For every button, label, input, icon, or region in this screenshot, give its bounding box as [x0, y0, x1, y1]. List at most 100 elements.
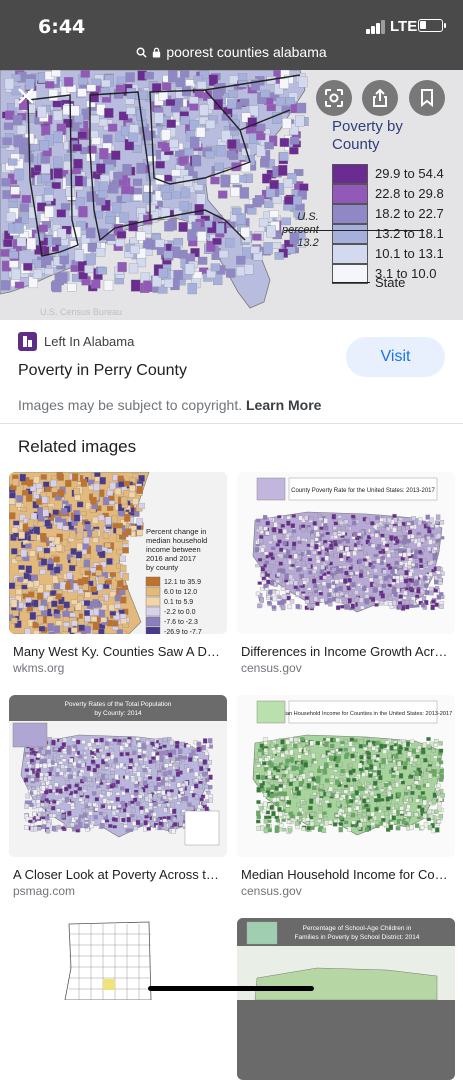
- county-cell: [69, 758, 74, 763]
- county-cell: [315, 601, 320, 606]
- county-cell: [92, 802, 97, 807]
- county-cell: [414, 780, 419, 785]
- copyright-text: Images may be subject to copyright.: [18, 397, 243, 413]
- county-cell: [54, 792, 59, 797]
- county-cell: [98, 181, 109, 191]
- county-cell: [162, 818, 168, 823]
- hero-image[interactable]: U.S. Census Bureau Poverty by County 29.…: [0, 70, 463, 320]
- lens-button[interactable]: [316, 80, 352, 116]
- watermark: U.S. Census Bureau: [40, 307, 122, 317]
- county-cell: [199, 797, 204, 802]
- county-cell: [99, 477, 106, 485]
- county-cell: [348, 590, 353, 596]
- source-favicon: [18, 332, 37, 351]
- county-cell: [358, 822, 363, 828]
- county-cell: [236, 255, 246, 265]
- county-cell: [228, 90, 238, 98]
- county-cell: [427, 761, 433, 765]
- county-cell: [419, 564, 424, 569]
- county-cell: [431, 798, 437, 805]
- county-cell: [132, 473, 139, 479]
- county-cell: [289, 599, 295, 604]
- county-cell: [319, 822, 325, 827]
- county-cell: [372, 560, 377, 565]
- county-cell: [311, 786, 317, 791]
- home-indicator[interactable]: [148, 986, 314, 991]
- county-cell: [271, 242, 282, 250]
- county-cell: [288, 773, 294, 779]
- county-cell: [142, 767, 147, 773]
- county-cell: [101, 753, 106, 759]
- county-cell: [307, 527, 312, 532]
- county-cell: [284, 579, 289, 583]
- county-cell: [397, 521, 402, 527]
- visit-button[interactable]: Visit: [346, 337, 445, 377]
- county-cell: [325, 737, 331, 742]
- county-cell: [121, 817, 126, 823]
- county-cell: [354, 590, 359, 595]
- county-cell: [30, 512, 38, 521]
- county-cell: [346, 551, 351, 557]
- county-cell: [395, 826, 401, 831]
- us-percent-value: 13.2: [297, 237, 319, 249]
- county-cell: [331, 596, 337, 602]
- county-cell: [256, 133, 266, 141]
- county-cell: [195, 127, 206, 138]
- county-cell: [343, 820, 349, 825]
- county-cell: [77, 88, 87, 97]
- legend-label: 13.2 to 18.1: [375, 226, 444, 241]
- us-percent-line: [284, 230, 424, 231]
- bookmark-button[interactable]: [409, 80, 445, 116]
- county-cell: [138, 90, 148, 100]
- county-cell: [308, 515, 314, 521]
- county-cell: [278, 528, 283, 534]
- county-cell: [65, 584, 72, 590]
- county-cell: [344, 570, 349, 576]
- county-cell: [409, 525, 415, 529]
- svg-text:0.1 to 5.9: 0.1 to 5.9: [164, 599, 193, 606]
- county-cell: [38, 625, 46, 632]
- county-cell: [413, 581, 418, 586]
- county-cell: [92, 622, 100, 630]
- county-cell: [212, 88, 223, 100]
- result-title[interactable]: Poverty in Perry County: [18, 362, 187, 380]
- county-cell: [334, 570, 339, 575]
- county-cell: [21, 584, 28, 590]
- county-cell: [70, 557, 77, 566]
- close-button[interactable]: [12, 82, 40, 110]
- county-cell: [155, 161, 165, 169]
- county-cell: [313, 760, 318, 765]
- county-cell: [350, 603, 355, 610]
- learn-more-link[interactable]: Learn More: [246, 397, 321, 413]
- county-cell: [197, 256, 208, 265]
- share-button[interactable]: [362, 80, 398, 116]
- related-thumb-2: County Poverty Rate for the United State…: [237, 472, 455, 634]
- county-cell: [307, 557, 313, 562]
- county-cell: [372, 583, 378, 587]
- svg-text:Percentage of School-Age Child: Percentage of School-Age Children in: [303, 925, 412, 932]
- county-cell: [130, 777, 136, 783]
- county-cell: [47, 762, 52, 768]
- county-cell: [285, 758, 290, 764]
- county-cell: [95, 570, 102, 576]
- county-cell: [136, 231, 146, 241]
- county-cell: [63, 601, 70, 609]
- county-cell: [163, 771, 168, 777]
- county-cell: [428, 539, 433, 545]
- county-cell: [119, 212, 129, 224]
- county-cell: [432, 555, 438, 561]
- county-cell: [309, 541, 315, 547]
- county-cell: [277, 515, 282, 519]
- county-cell: [88, 811, 93, 816]
- county-cell: [320, 557, 326, 562]
- county-cell: [136, 518, 143, 526]
- county-cell: [292, 794, 298, 799]
- county-cell: [136, 257, 147, 268]
- county-cell: [155, 764, 160, 769]
- url-bar[interactable]: poorest counties alabama: [0, 44, 463, 60]
- county-cell: [122, 766, 127, 770]
- county-cell: [193, 783, 199, 789]
- county-cell: [121, 791, 126, 796]
- county-cell: [101, 765, 106, 770]
- county-cell: [168, 70, 178, 83]
